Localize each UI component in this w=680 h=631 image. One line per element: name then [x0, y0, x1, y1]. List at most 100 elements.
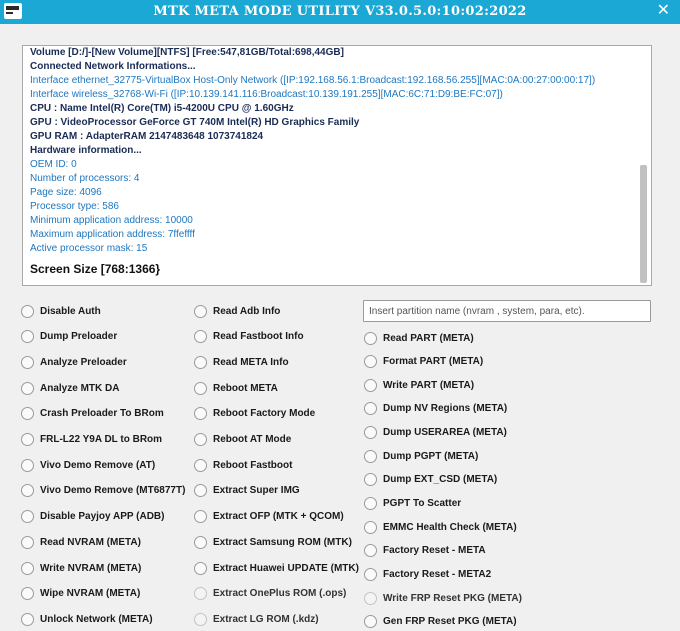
radio-option-label: Dump NV Regions (META): [383, 403, 508, 415]
radio-button-icon: [364, 591, 377, 605]
radio-option[interactable]: Write NVRAM (META): [21, 559, 141, 577]
radio-option[interactable]: PGPT To Scatter: [364, 495, 461, 513]
radio-option[interactable]: Crash Preloader To BRom: [21, 405, 164, 423]
radio-option-label: Extract OnePlus ROM (.ops): [213, 588, 347, 600]
log-line: Minimum application address: 10000: [30, 215, 193, 226]
radio-button-icon[interactable]: [364, 568, 377, 581]
radio-button-icon[interactable]: [21, 458, 34, 472]
radio-option[interactable]: Vivo Demo Remove (MT6877T): [21, 482, 185, 500]
radio-button-icon[interactable]: [21, 510, 34, 524]
radio-button-icon[interactable]: [194, 381, 207, 395]
radio-button-icon[interactable]: [21, 587, 34, 601]
radio-button-icon[interactable]: [364, 426, 377, 440]
radio-option-label: Dump PGPT (META): [383, 450, 479, 462]
radio-button-icon[interactable]: [21, 355, 34, 369]
radio-option[interactable]: Read Adb Info: [194, 302, 280, 320]
radio-option[interactable]: Write PART (META): [364, 376, 474, 394]
radio-option-label: Gen FRP Reset PKG (META): [383, 616, 517, 628]
title-bar: MTK META MODE UTILITY V33.0.5.0:10:02:20…: [0, 0, 680, 24]
radio-option-label: Factory Reset - META2: [383, 569, 492, 580]
radio-option-label: Write FRP Reset PKG (META): [383, 592, 522, 604]
radio-option[interactable]: Reboot META: [194, 379, 278, 397]
radio-button-icon[interactable]: [194, 330, 207, 344]
log-line: CPU : Name Intel(R) Core(TM) i5-4200U CP…: [30, 103, 294, 114]
radio-option[interactable]: Unlock Network (META): [21, 610, 153, 628]
radio-button-icon[interactable]: [364, 520, 377, 534]
radio-option-label: Dump Preloader: [40, 331, 118, 343]
radio-option[interactable]: Format PART (META): [364, 353, 483, 371]
log-scrollbar[interactable]: [638, 48, 649, 283]
radio-option[interactable]: Wipe NVRAM (META): [21, 585, 140, 603]
radio-button-icon[interactable]: [364, 615, 377, 629]
radio-button-icon[interactable]: [194, 510, 207, 524]
radio-option-label: Factory Reset - META: [383, 545, 486, 557]
radio-option[interactable]: Analyze MTK DA: [21, 379, 119, 397]
radio-option[interactable]: Dump EXT_CSD (META): [364, 471, 497, 489]
radio-button-icon[interactable]: [21, 433, 34, 446]
radio-option[interactable]: Factory Reset - META: [364, 542, 486, 560]
radio-button-icon[interactable]: [364, 449, 377, 463]
log-line: Interface ethernet_32775-VirtualBox Host…: [30, 75, 596, 86]
radio-option[interactable]: Read PART (META): [364, 329, 474, 347]
radio-button-icon[interactable]: [364, 331, 377, 345]
radio-option[interactable]: Factory Reset - META2: [364, 566, 491, 584]
radio-button-icon[interactable]: [194, 535, 207, 549]
radio-option-label: Extract OFP (MTK + QCOM): [213, 511, 344, 523]
log-line: GPU RAM : AdapterRAM 2147483648 10737418…: [30, 131, 264, 142]
radio-option[interactable]: Dump USERAREA (META): [364, 424, 507, 442]
radio-button-icon[interactable]: [21, 407, 34, 421]
log-line: Maximum application address: 7ffeffff: [30, 229, 195, 240]
radio-button-icon[interactable]: [21, 561, 34, 575]
radio-button-icon[interactable]: [364, 378, 377, 392]
radio-button-icon[interactable]: [194, 561, 207, 575]
log-scrollbar-thumb[interactable]: [640, 165, 647, 283]
radio-option[interactable]: Extract Huawei UPDATE (MTK): [194, 559, 359, 577]
radio-button-icon[interactable]: [194, 407, 207, 421]
radio-button-icon[interactable]: [194, 355, 207, 369]
radio-option[interactable]: Read Fastboot Info: [194, 328, 304, 346]
radio-option[interactable]: Dump Preloader: [21, 328, 117, 346]
radio-button-icon[interactable]: [21, 304, 34, 318]
radio-option[interactable]: Extract OFP (MTK + QCOM): [194, 508, 344, 526]
radio-button-icon[interactable]: [194, 304, 207, 318]
radio-option-label: FRL-L22 Y9A DL to BRom: [40, 434, 163, 445]
radio-button-icon[interactable]: [364, 497, 377, 511]
radio-button-icon[interactable]: [364, 473, 377, 487]
radio-option[interactable]: Reboot Fastboot: [194, 456, 292, 474]
radio-option[interactable]: Read NVRAM (META): [21, 533, 141, 551]
radio-option[interactable]: EMMC Health Check (META): [364, 518, 517, 536]
radio-option[interactable]: FRL-L22 Y9A DL to BRom: [21, 431, 162, 449]
log-line: Active processor mask: 15: [30, 243, 148, 254]
radio-option[interactable]: Dump PGPT (META): [364, 447, 478, 465]
radio-button-icon[interactable]: [21, 535, 34, 549]
radio-option[interactable]: Extract Super IMG: [194, 482, 300, 500]
radio-button-icon[interactable]: [21, 330, 34, 344]
radio-button-icon[interactable]: [21, 612, 34, 626]
radio-button-icon[interactable]: [364, 544, 377, 558]
radio-option[interactable]: Gen FRP Reset PKG (META): [364, 613, 517, 631]
radio-option[interactable]: Reboot Factory Mode: [194, 405, 315, 423]
radio-button-icon[interactable]: [194, 484, 207, 498]
radio-button-icon[interactable]: [364, 402, 377, 416]
radio-option[interactable]: Vivo Demo Remove (AT): [21, 456, 155, 474]
radio-button-icon[interactable]: [21, 381, 34, 395]
radio-option-label: Dump EXT_CSD (META): [383, 474, 498, 486]
radio-button-icon[interactable]: [194, 458, 207, 472]
radio-option[interactable]: Dump NV Regions (META): [364, 400, 507, 418]
radio-button-icon[interactable]: [194, 433, 207, 446]
close-icon[interactable]: ✕: [657, 2, 670, 20]
radio-option[interactable]: Disable Auth: [21, 302, 101, 320]
radio-option[interactable]: Extract Samsung ROM (MTK): [194, 533, 352, 551]
radio-option[interactable]: Disable Payjoy APP (ADB): [21, 508, 164, 526]
radio-option-label: Dump USERAREA (META): [383, 427, 507, 439]
radio-option[interactable]: Reboot AT Mode: [194, 431, 291, 449]
radio-button-icon[interactable]: [364, 355, 377, 369]
radio-option[interactable]: Read META Info: [194, 353, 289, 371]
partition-name-input[interactable]: [363, 300, 651, 322]
radio-option[interactable]: Analyze Preloader: [21, 353, 127, 371]
radio-option-label: Reboot META: [213, 382, 278, 394]
radio-option-label: Disable Payjoy APP (ADB): [40, 511, 165, 523]
radio-button-icon[interactable]: [21, 484, 34, 498]
log-panel[interactable]: Volume [D:/]-[New Volume][NTFS] [Free:54…: [22, 45, 652, 286]
radio-button-icon: [194, 587, 207, 601]
